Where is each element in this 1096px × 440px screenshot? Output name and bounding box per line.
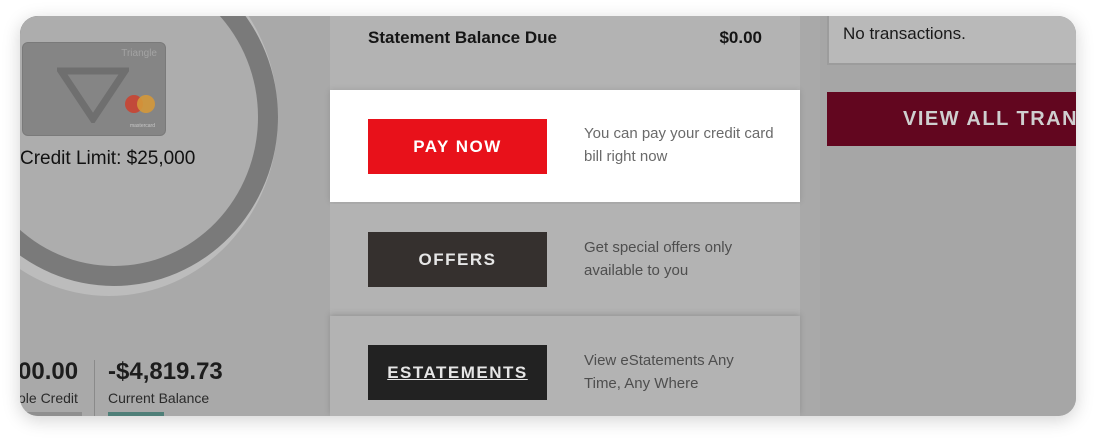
current-balance-label: Current Balance <box>108 390 210 406</box>
offers-row: OFFERS Get special offers only available… <box>330 204 800 314</box>
available-credit-value: 00.00 <box>20 358 79 385</box>
transactions-column: No transactions. VIEW ALL TRANS <box>820 16 1076 416</box>
no-transactions-text: No transactions. <box>843 24 966 43</box>
credit-limit: Credit Limit: $25,000 <box>20 148 196 169</box>
current-balance-value: -$4,819.73 <box>108 358 223 385</box>
estatements-row: ESTATEMENTS View eStatements Any Time, A… <box>330 316 800 416</box>
balance-divider <box>94 360 95 416</box>
card-network-label: mastercard <box>129 123 155 129</box>
offers-button[interactable]: OFFERS <box>368 232 547 287</box>
statement-balance-value: $0.00 <box>719 28 762 47</box>
transactions-list: No transactions. <box>827 16 1076 65</box>
credit-card-image: Triangle mastercard <box>22 42 166 136</box>
current-balance-bar <box>108 412 164 416</box>
actions-column: Statement Balance Due $0.00 PAY NOW You … <box>330 16 800 416</box>
balance-summary: 00.00 ole Credit -$4,819.73 Current Bala… <box>20 356 320 416</box>
statement-balance-row: Statement Balance Due $0.00 <box>330 16 800 90</box>
available-credit-bar <box>20 412 82 416</box>
pay-now-button[interactable]: PAY NOW <box>368 119 547 174</box>
pay-now-row: PAY NOW You can pay your credit card bil… <box>330 90 800 202</box>
pay-now-description: You can pay your credit card bill right … <box>584 125 774 165</box>
mastercard-icon <box>125 95 155 115</box>
card-brand-label: Triangle <box>121 48 157 59</box>
estatements-description: View eStatements Any Time, Any Where <box>584 352 734 392</box>
triangle-logo-icon <box>57 67 129 123</box>
available-credit-label: ole Credit <box>20 390 78 406</box>
offers-description: Get special offers only available to you <box>584 239 733 279</box>
statement-balance-label: Statement Balance Due <box>368 28 557 47</box>
app-frame: Triangle mastercard Credit Limit: $25,00… <box>20 16 1076 416</box>
view-all-transactions-button[interactable]: VIEW ALL TRANS <box>827 92 1076 146</box>
estatements-button[interactable]: ESTATEMENTS <box>368 345 547 400</box>
